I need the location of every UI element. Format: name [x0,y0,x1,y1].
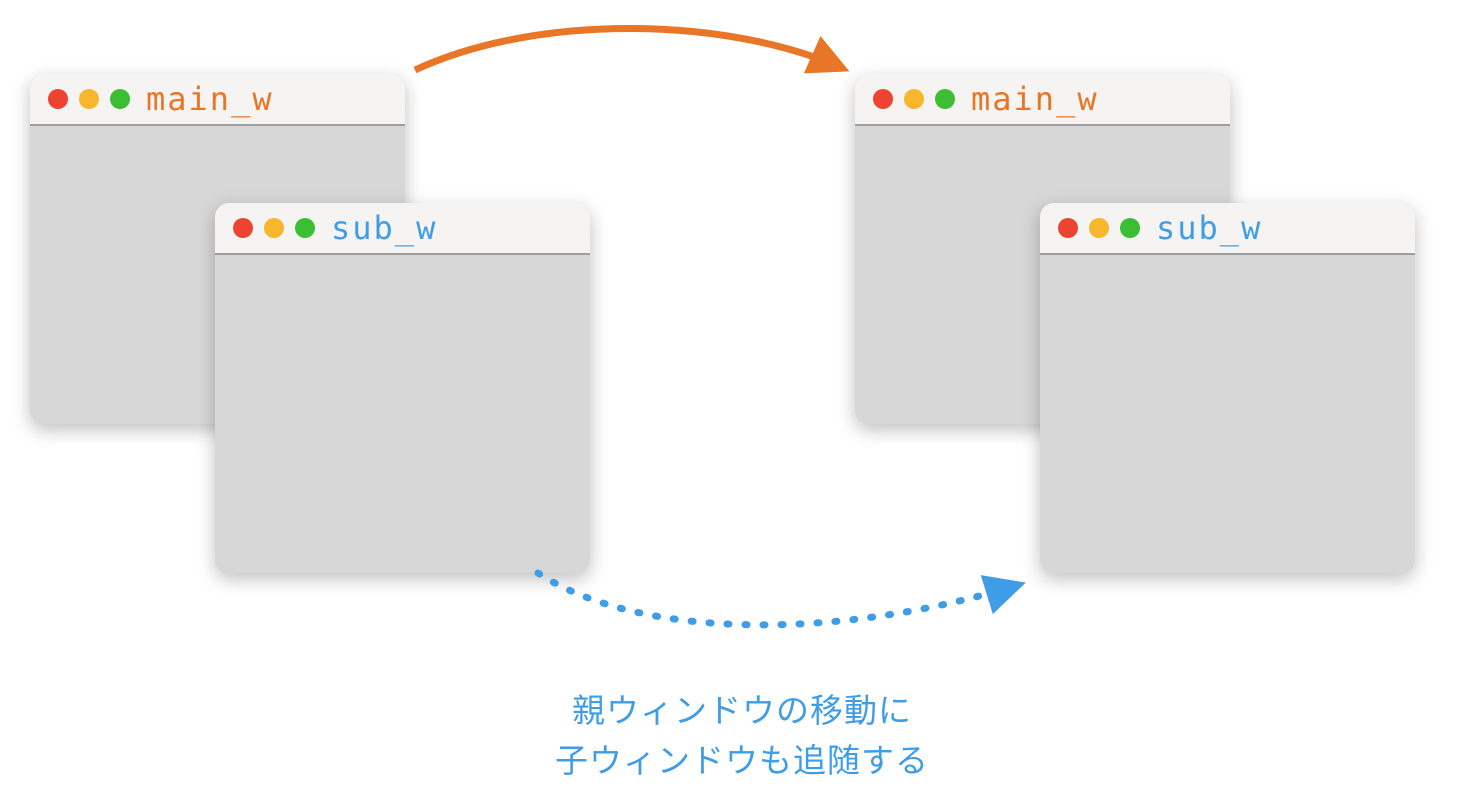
minimize-icon[interactable] [79,89,99,109]
close-icon[interactable] [1058,218,1078,238]
window-body [1040,255,1415,573]
titlebar: main_w [30,74,405,126]
caption-line-2: 子ウィンドウも追随する [0,735,1484,786]
titlebar: sub_w [215,203,590,255]
traffic-lights [48,89,130,109]
sub-window-before: sub_w [215,203,590,573]
window-title: sub_w [1156,209,1262,247]
traffic-lights [233,218,315,238]
move-arrow-sub [538,573,1018,625]
traffic-lights [1058,218,1140,238]
window-title: sub_w [331,209,437,247]
traffic-lights [873,89,955,109]
move-arrow-main [415,28,842,70]
zoom-icon[interactable] [110,89,130,109]
sub-window-after: sub_w [1040,203,1415,573]
caption-line-1: 親ウィンドウの移動に [0,685,1484,736]
close-icon[interactable] [233,218,253,238]
close-icon[interactable] [48,89,68,109]
zoom-icon[interactable] [1120,218,1140,238]
titlebar: main_w [855,74,1230,126]
window-title: main_w [146,80,274,118]
window-title: main_w [971,80,1099,118]
close-icon[interactable] [873,89,893,109]
zoom-icon[interactable] [935,89,955,109]
titlebar: sub_w [1040,203,1415,255]
window-body [215,255,590,573]
minimize-icon[interactable] [904,89,924,109]
minimize-icon[interactable] [264,218,284,238]
minimize-icon[interactable] [1089,218,1109,238]
zoom-icon[interactable] [295,218,315,238]
